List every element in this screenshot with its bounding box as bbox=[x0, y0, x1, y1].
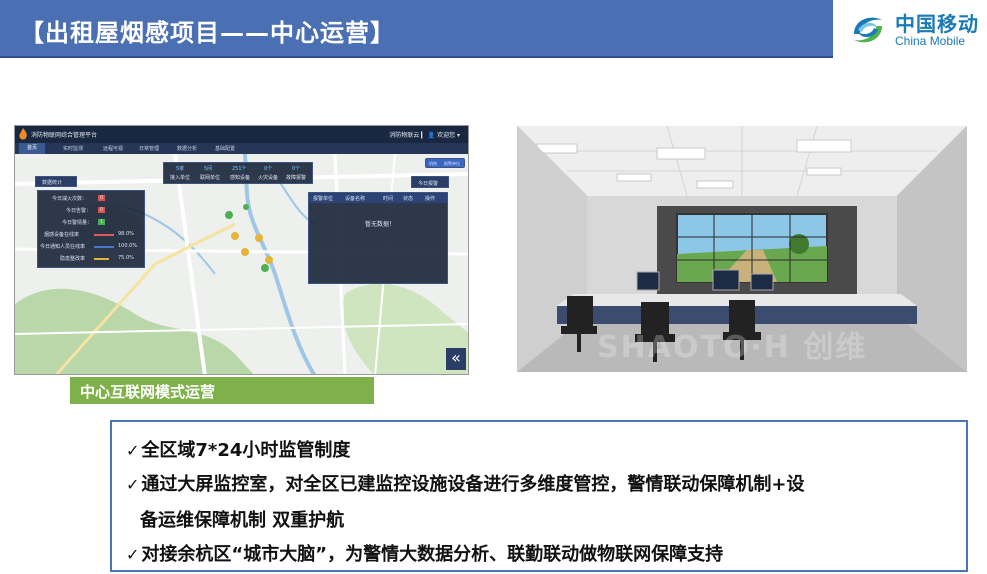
dashboard-nav: 首页 实时监测 远程可视 日常管理 数据分析 基础配置 bbox=[15, 143, 468, 154]
bullet-box: ✓ 全区域7*24小时监管制度 ✓ 通过大屏监控室，对全区已建监控设施设备进行多维度… bbox=[110, 420, 968, 572]
stat-value: 100.0% bbox=[118, 243, 138, 249]
nav-realtime[interactable]: 实时监测 bbox=[63, 145, 83, 152]
table-empty: 暂无数据！ bbox=[365, 221, 396, 228]
stat-value: 0 bbox=[98, 195, 106, 201]
stat-value: 98.0% bbox=[118, 231, 134, 237]
table-header: 操作 bbox=[425, 196, 436, 202]
bullet-item: ✓ 通过大屏监控室，对全区已建监控设施设备进行多维度管控，警情联动保障机制+设 bbox=[126, 474, 805, 495]
flame-logo-icon bbox=[19, 128, 27, 140]
china-mobile-logo: 中国移动 China Mobile bbox=[838, 0, 987, 58]
alarm-table: 报警单位 设备名称 时间 状态 操作 暂无数据！ bbox=[308, 192, 448, 284]
stat-label: 今日告警： bbox=[66, 208, 92, 214]
collapse-panel-button[interactable]: « bbox=[446, 348, 466, 370]
logo-chinese: 中国移动 bbox=[895, 12, 979, 36]
device-marker[interactable] bbox=[225, 211, 233, 219]
stat-label: 烟感设备在线率 bbox=[44, 232, 80, 238]
dashboard-brand: 消防物联网综合管理平台 bbox=[31, 132, 98, 139]
table-header: 时间 bbox=[383, 196, 394, 202]
notify-rate-bar bbox=[94, 246, 114, 248]
stats-panel: 今日减火次数： 0 今日告警： 0 今日警情量： 1 烟感设备在线率 98.0%… bbox=[37, 190, 145, 268]
slide: 【出租屋烟感项目——中心运营】 中国移动 China Mobile 消防物联网综… bbox=[0, 0, 987, 574]
bullet-item: ✓ 全区域7*24小时监管制度 bbox=[126, 440, 351, 461]
nav-daily[interactable]: 日常管理 bbox=[139, 145, 159, 152]
stats-button[interactable]: 数据统计 bbox=[35, 176, 77, 187]
map-area[interactable]: 数据统计 今日减火次数： 0 今日告警： 0 今日警情量： 1 烟感设备在线率 … bbox=[15, 154, 468, 374]
device-marker[interactable] bbox=[255, 234, 263, 242]
caption-banner: 中心互联网模式运营 bbox=[70, 377, 374, 404]
dashboard-screenshot: 消防物联网综合管理平台 消防物联云 ▎ 👤 欢迎您 ▾ 首页 实时监测 远程可视… bbox=[14, 125, 469, 375]
online-rate-bar bbox=[94, 234, 114, 236]
page-title: 【出租屋烟感项目——中心运营】 bbox=[20, 19, 395, 47]
device-marker[interactable] bbox=[265, 256, 273, 264]
table-header: 设备名称 bbox=[345, 196, 366, 202]
stat-label: 今日通知人员在线率 bbox=[40, 244, 86, 250]
bullet-item-continued: 备运维保障机制 双重护航 bbox=[140, 510, 345, 531]
stat-label: 今日警情量： bbox=[62, 220, 93, 226]
control-room-photo: SHAOTO∙H 创维 bbox=[517, 126, 967, 372]
table-header: 报警单位 bbox=[313, 196, 334, 202]
table-header: 状态 bbox=[403, 196, 414, 202]
device-marker[interactable] bbox=[241, 248, 249, 256]
photo-watermark: SHAOTO∙H 创维 bbox=[597, 330, 868, 365]
check-icon: ✓ bbox=[126, 475, 140, 494]
bullet-item: ✓ 对接余杭区“城市大脑”，为警情大数据分析、联勤联动做物联网保障支持 bbox=[126, 544, 724, 565]
nav-home[interactable]: 首页 bbox=[19, 143, 46, 154]
rectify-rate-bar bbox=[94, 258, 109, 260]
nav-remote[interactable]: 远程可视 bbox=[103, 145, 123, 152]
caption-text: 中心互联网模式运营 bbox=[80, 383, 216, 401]
china-mobile-logo-icon bbox=[854, 17, 882, 43]
dashboard-user-menu[interactable]: 消防物联云 ▎ 👤 欢迎您 ▾ bbox=[389, 130, 460, 139]
device-marker[interactable] bbox=[261, 264, 269, 272]
stat-label: 隐患整改率 bbox=[60, 256, 86, 262]
today-alarm-button[interactable]: 今日报警 bbox=[411, 176, 449, 188]
view-toggle[interactable]: 机构 报警单位 bbox=[425, 158, 465, 168]
stat-value: 75.0% bbox=[118, 255, 134, 261]
stat-label: 今日减火次数： bbox=[52, 196, 88, 202]
top-badges: 5家 接入单位 5间 联网单位 251个 感知设备 0个 火灾设备 0个 故障报… bbox=[163, 162, 313, 184]
logo-english: China Mobile bbox=[895, 34, 966, 48]
nav-analysis[interactable]: 数据分析 bbox=[177, 145, 197, 152]
dashboard-topbar: 消防物联网综合管理平台 消防物联云 ▎ 👤 欢迎您 ▾ bbox=[15, 126, 468, 143]
device-marker[interactable] bbox=[243, 204, 249, 210]
check-icon: ✓ bbox=[126, 545, 140, 564]
check-icon: ✓ bbox=[126, 441, 140, 460]
stat-value: 0 bbox=[98, 207, 106, 213]
device-marker[interactable] bbox=[231, 232, 239, 240]
stat-value: 1 bbox=[98, 219, 106, 225]
nav-config[interactable]: 基础配置 bbox=[215, 145, 235, 152]
title-bar: 【出租屋烟感项目——中心运营】 bbox=[0, 0, 833, 58]
